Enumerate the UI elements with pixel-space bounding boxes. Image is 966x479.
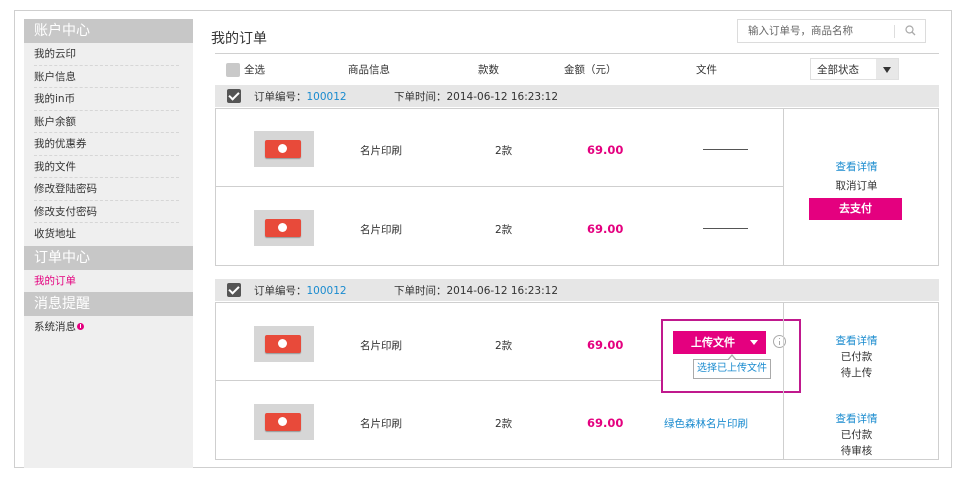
- order-header: 订单编号：100012 下单时间：2014-06-12 16:23:12: [215, 85, 939, 107]
- sidebar-item-my-coupons[interactable]: 我的优惠券: [24, 133, 193, 156]
- order-item-row: 名片印刷 2款 69.00: [216, 109, 783, 187]
- sidebar-item-account-info[interactable]: 账户信息: [24, 66, 193, 89]
- sidebar-heading-account-center: 账户中心: [24, 19, 193, 43]
- order-checkbox[interactable]: [227, 283, 241, 297]
- sidebar: 账户中心 我的云印 账户信息 我的in币 账户余额 我的优惠券 我的文件 修改登…: [24, 19, 193, 468]
- order-actions: 查看详情 已付款 待上传 查看详情 已付款 待审核: [783, 303, 938, 459]
- order-time: 下单时间：2014-06-12 16:23:12: [394, 91, 559, 103]
- search-icon[interactable]: [904, 24, 918, 38]
- sidebar-item-system-messages[interactable]: 系统消息: [24, 316, 193, 339]
- status-filter-value: 全部状态: [817, 64, 859, 76]
- view-details-link[interactable]: 查看详情: [784, 411, 929, 426]
- view-details-link[interactable]: 查看详情: [784, 159, 929, 174]
- view-details-link[interactable]: 查看详情: [784, 333, 929, 348]
- select-all-checkbox[interactable]: [226, 63, 240, 77]
- no-file-dash: [703, 228, 748, 229]
- product-price: 69.00: [587, 338, 624, 352]
- product-name: 名片印刷: [360, 224, 402, 236]
- sidebar-item-my-cloud-print[interactable]: 我的云印: [24, 43, 193, 66]
- product-thumbnail[interactable]: [254, 210, 314, 246]
- search-input[interactable]: [738, 20, 888, 42]
- order-number[interactable]: 100012: [307, 91, 347, 103]
- product-price: 69.00: [587, 416, 624, 430]
- order-status: 已付款: [840, 429, 873, 441]
- product-qty: 2款: [495, 418, 513, 430]
- upload-file-button[interactable]: 上传文件: [673, 331, 766, 354]
- pay-button[interactable]: 去支付: [809, 198, 902, 220]
- notification-dot-icon: [77, 323, 84, 330]
- column-header-product: 商品信息: [348, 64, 390, 76]
- product-price: 69.00: [587, 222, 624, 236]
- sidebar-item-account-balance[interactable]: 账户余额: [24, 111, 193, 134]
- order-actions: 查看详情 取消订单 去支付: [783, 109, 938, 265]
- business-card-image: [265, 219, 301, 237]
- status-filter-select[interactable]: 全部状态: [810, 58, 899, 80]
- order-substatus: 待审核: [840, 445, 873, 457]
- product-qty: 2款: [495, 340, 513, 352]
- order-status: 已付款: [840, 351, 873, 363]
- sidebar-item-change-pay-password[interactable]: 修改支付密码: [24, 201, 193, 224]
- sidebar-item-shipping-address[interactable]: 收货地址: [24, 223, 193, 246]
- order-number-label: 订单编号：100012: [254, 285, 347, 297]
- sidebar-heading-order-center: 订单中心: [24, 245, 193, 270]
- product-thumbnail[interactable]: [254, 131, 314, 167]
- order-item-row: 名片印刷 2款 69.00 上传文件 选择已上传文件: [216, 303, 801, 393]
- product-qty: 2款: [495, 145, 513, 157]
- business-card-image: [265, 413, 301, 431]
- column-header-file: 文件: [696, 64, 717, 76]
- order-body: 名片印刷 2款 69.00 上传文件 选择已上传文件 名片印刷 2款 69.00…: [215, 302, 939, 460]
- order-item-row: 名片印刷 2款 69.00 绿色森林名片印刷: [216, 381, 783, 459]
- upload-file-label: 上传文件: [691, 336, 735, 349]
- page-frame: 账户中心 我的云印 账户信息 我的in币 账户余额 我的优惠券 我的文件 修改登…: [14, 10, 952, 468]
- product-price: 69.00: [587, 143, 624, 157]
- search-box: [737, 19, 926, 43]
- order-body: 名片印刷 2款 69.00 名片印刷 2款 69.00 查看详情 取消订单 去支…: [215, 108, 939, 266]
- select-all-label: 全选: [244, 64, 265, 76]
- order-item-row: 名片印刷 2款 69.00: [216, 187, 783, 265]
- chevron-down-icon: [876, 59, 898, 79]
- no-file-dash: [703, 149, 748, 150]
- sidebar-item-change-login-password[interactable]: 修改登陆密码: [24, 178, 193, 201]
- order-checkbox[interactable]: [227, 89, 241, 103]
- search-divider: [894, 25, 895, 38]
- product-name: 名片印刷: [360, 340, 402, 352]
- sidebar-item-my-in-coins[interactable]: 我的in币: [24, 88, 193, 111]
- order-time: 下单时间：2014-06-12 16:23:12: [394, 285, 559, 297]
- product-name: 名片印刷: [360, 145, 402, 157]
- product-thumbnail[interactable]: [254, 404, 314, 440]
- page-title: 我的订单: [211, 31, 267, 47]
- order-header: 订单编号：100012 下单时间：2014-06-12 16:23:12: [215, 279, 939, 301]
- business-card-image: [265, 335, 301, 353]
- business-card-image: [265, 140, 301, 158]
- sidebar-item-my-files[interactable]: 我的文件: [24, 156, 193, 179]
- uploaded-file-link[interactable]: 绿色森林名片印刷: [664, 416, 748, 431]
- choose-uploaded-file-option[interactable]: 选择已上传文件: [693, 354, 771, 379]
- column-header-amount: 金额（元）: [564, 64, 617, 76]
- product-thumbnail[interactable]: [254, 326, 314, 362]
- header-divider: [215, 53, 939, 54]
- order-number-label: 订单编号：100012: [254, 91, 347, 103]
- order-number[interactable]: 100012: [307, 285, 347, 297]
- product-name: 名片印刷: [360, 418, 402, 430]
- column-header-quantity: 款数: [478, 64, 499, 76]
- chevron-down-icon[interactable]: [750, 340, 758, 345]
- sidebar-item-label: 系统消息: [34, 321, 76, 333]
- main-content: 我的订单 全选 商品信息 款数 金额（元） 文件 全部状态 订单编号：10001…: [201, 11, 943, 469]
- cancel-order-link[interactable]: 取消订单: [784, 178, 929, 193]
- product-qty: 2款: [495, 224, 513, 236]
- sidebar-heading-messages: 消息提醒: [24, 292, 193, 316]
- order-substatus: 待上传: [840, 367, 873, 379]
- sidebar-item-my-orders[interactable]: 我的订单: [24, 270, 193, 293]
